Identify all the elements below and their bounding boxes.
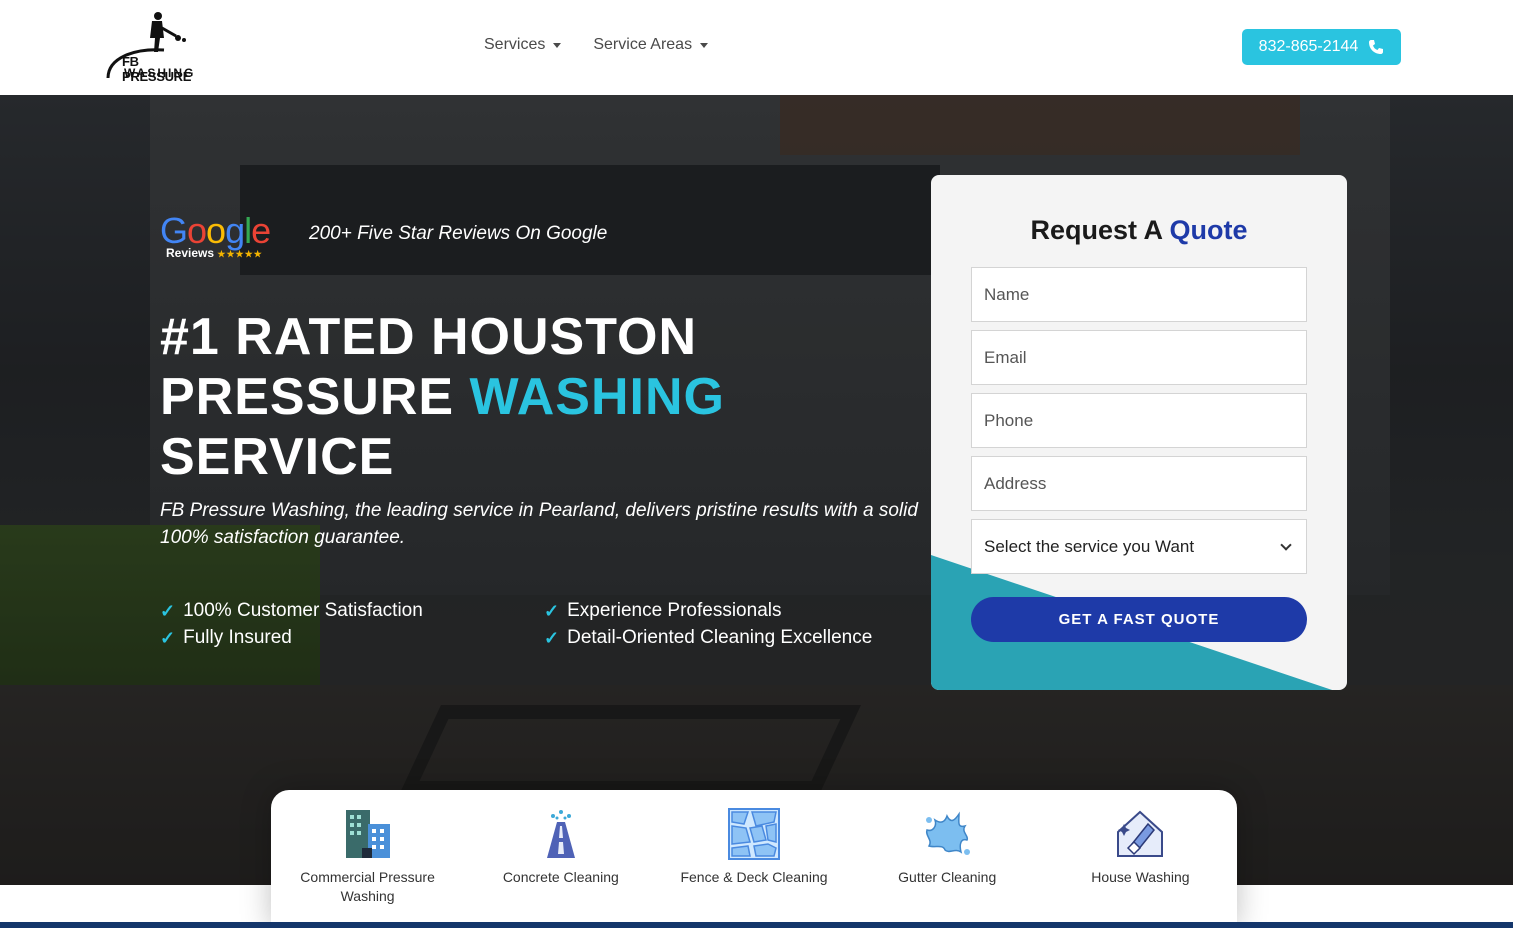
service-card-commercial[interactable]: Commercial Pressure Washing	[271, 790, 464, 928]
check-icon: ✓	[160, 627, 176, 648]
call-button[interactable]: 832-865-2144	[1242, 29, 1401, 65]
quote-form: Request A Quote Name Email Phone Address…	[931, 175, 1347, 690]
services-bar: Commercial Pressure Washing Concrete Cle…	[271, 790, 1237, 928]
feature-label: Fully Insured	[183, 627, 292, 648]
service-select-value: Select the service you Want	[984, 536, 1195, 556]
star-rating-icon: ★★★★★	[217, 249, 263, 259]
service-card-gutter[interactable]: Gutter Cleaning	[851, 790, 1044, 928]
brand-line2: WASHING	[124, 66, 196, 80]
nav-service-areas-label: Service Areas	[593, 36, 693, 53]
feature-label: Detail-Oriented Cleaning Excellence	[567, 627, 873, 648]
hero-subcopy: FB Pressure Washing, the leading service…	[160, 500, 918, 548]
feature-list: ✓ 100% Customer Satisfaction ✓ Experience …	[160, 600, 920, 649]
google-reviews-badge[interactable]: Google Reviews ★★★★★	[160, 210, 271, 260]
phone-input[interactable]: Phone	[971, 393, 1307, 448]
service-card-fence-deck[interactable]: Fence & Deck Cleaning	[657, 790, 850, 928]
service-label: Fence & Deck Cleaning	[680, 869, 828, 885]
check-icon: ✓	[544, 627, 560, 648]
feature-item: ✓ Detail-Oriented Cleaning Excellence	[544, 627, 920, 649]
phone-icon	[1369, 40, 1384, 54]
main-nav: Services Service Areas	[484, 36, 709, 54]
caret-down-icon	[700, 42, 709, 48]
house-brush-icon	[1117, 810, 1164, 857]
quote-title-accent: Quote	[1169, 215, 1248, 245]
service-label: House Washing	[1091, 869, 1190, 885]
quote-title-text: Request A	[1030, 215, 1170, 245]
headline-line1: #1 RATED HOUSTON	[160, 308, 698, 366]
check-icon: ✓	[160, 600, 176, 621]
stone-tiles-icon	[728, 808, 780, 860]
chevron-down-icon	[1280, 538, 1292, 551]
footer-strip	[0, 922, 1513, 928]
headline-accent: WASHING	[469, 368, 725, 426]
service-label: Concrete Cleaning	[502, 869, 619, 885]
review-count-text: 200+ Five Star Reviews On Google	[309, 223, 608, 244]
feature-item: ✓ Experience Professionals	[544, 600, 920, 622]
google-reviews-label: Reviews ★★★★★	[166, 246, 263, 260]
quote-form-title: Request A Quote	[931, 215, 1347, 246]
nav-service-areas[interactable]: Service Areas	[593, 36, 709, 54]
phone-number: 832-865-2144	[1258, 38, 1359, 55]
feature-item: ✓ 100% Customer Satisfaction	[160, 600, 544, 622]
nav-services[interactable]: Services	[484, 36, 562, 54]
building-icon	[345, 810, 390, 858]
headline-line2: PRESSURE WASHING	[160, 367, 725, 427]
feature-label: Experience Professionals	[567, 600, 782, 621]
service-card-house[interactable]: House Washing	[1044, 790, 1237, 928]
caret-down-icon	[553, 42, 562, 48]
feature-label: 100% Customer Satisfaction	[183, 600, 423, 621]
address-input[interactable]: Address	[971, 456, 1307, 511]
brand-logo[interactable]: FB PRESSURE WASHING	[106, 10, 210, 84]
hero-headline: #1 RATED HOUSTON PRESSURE WASHING SERVIC…	[160, 307, 725, 487]
feature-item: ✓ Fully Insured	[160, 627, 544, 649]
name-input[interactable]: Name	[971, 267, 1307, 322]
get-quote-button[interactable]: GET A FAST QUOTE	[971, 597, 1307, 642]
google-reviews-text: Reviews	[166, 246, 215, 260]
service-label: Gutter Cleaning	[898, 869, 997, 885]
road-icon	[546, 810, 575, 858]
service-select[interactable]: Select the service you Want	[971, 519, 1307, 574]
headline-line3: SERVICE	[160, 428, 395, 486]
check-icon: ✓	[544, 600, 560, 621]
splash-icon	[926, 811, 971, 855]
service-card-concrete[interactable]: Concrete Cleaning	[464, 790, 657, 928]
nav-services-label: Services	[484, 36, 546, 53]
site-header: FB PRESSURE WASHING Services Service Are…	[0, 0, 1513, 95]
email-input[interactable]: Email	[971, 330, 1307, 385]
service-label: Commercial Pressure Washing	[300, 869, 435, 904]
headline-line2-text: PRESSURE	[160, 368, 470, 426]
